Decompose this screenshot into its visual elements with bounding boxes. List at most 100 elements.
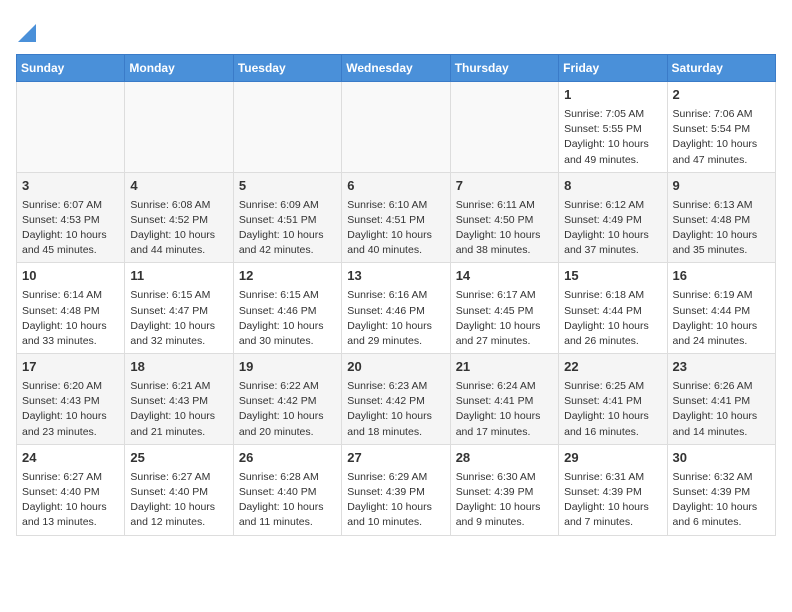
day-info: Sunrise: 6:25 AM Sunset: 4:41 PM Dayligh… <box>564 379 661 440</box>
day-cell: 13 Sunrise: 6:16 AM Sunset: 4:46 PM Dayli… <box>342 263 450 354</box>
day-cell <box>233 82 341 173</box>
day-number: 4 <box>130 177 227 196</box>
day-number: 27 <box>347 449 444 468</box>
day-number: 26 <box>239 449 336 468</box>
day-info: Sunrise: 6:14 AM Sunset: 4:48 PM Dayligh… <box>22 288 119 349</box>
day-number: 14 <box>456 267 553 286</box>
weekday-header-wednesday: Wednesday <box>342 55 450 82</box>
day-info: Sunrise: 6:23 AM Sunset: 4:42 PM Dayligh… <box>347 379 444 440</box>
day-number: 30 <box>673 449 770 468</box>
day-info: Sunrise: 6:16 AM Sunset: 4:46 PM Dayligh… <box>347 288 444 349</box>
day-info: Sunrise: 6:26 AM Sunset: 4:41 PM Dayligh… <box>673 379 770 440</box>
day-cell: 6 Sunrise: 6:10 AM Sunset: 4:51 PM Daylig… <box>342 172 450 263</box>
day-number: 22 <box>564 358 661 377</box>
week-row-5: 24Sunrise: 6:27 AM Sunset: 4:40 PM Dayli… <box>17 444 776 535</box>
day-cell: 22 Sunrise: 6:25 AM Sunset: 4:41 PM Dayli… <box>559 354 667 445</box>
day-cell <box>342 82 450 173</box>
day-number: 9 <box>673 177 770 196</box>
day-number: 3 <box>22 177 119 196</box>
day-cell: 11 Sunrise: 6:15 AM Sunset: 4:47 PM Dayli… <box>125 263 233 354</box>
day-number: 18 <box>130 358 227 377</box>
weekday-header-thursday: Thursday <box>450 55 558 82</box>
day-info: Sunrise: 6:32 AM Sunset: 4:39 PM Dayligh… <box>673 470 770 531</box>
day-number: 23 <box>673 358 770 377</box>
day-number: 8 <box>564 177 661 196</box>
day-info: Sunrise: 6:18 AM Sunset: 4:44 PM Dayligh… <box>564 288 661 349</box>
day-info: Sunrise: 6:07 AM Sunset: 4:53 PM Dayligh… <box>22 198 119 259</box>
day-info: Sunrise: 6:28 AM Sunset: 4:40 PM Dayligh… <box>239 470 336 531</box>
day-cell: 26 Sunrise: 6:28 AM Sunset: 4:40 PM Dayli… <box>233 444 341 535</box>
day-cell: 3 Sunrise: 6:07 AM Sunset: 4:53 PM Daylig… <box>17 172 125 263</box>
day-cell: 30 Sunrise: 6:32 AM Sunset: 4:39 PM Dayli… <box>667 444 775 535</box>
day-cell: 1 Sunrise: 7:05 AM Sunset: 5:55 PM Daylig… <box>559 82 667 173</box>
day-cell: 20Sunrise: 6:23 AM Sunset: 4:42 PM Dayli… <box>342 354 450 445</box>
day-info: Sunrise: 6:27 AM Sunset: 4:40 PM Dayligh… <box>22 470 119 531</box>
day-cell: 28 Sunrise: 6:30 AM Sunset: 4:39 PM Dayli… <box>450 444 558 535</box>
day-info: Sunrise: 7:06 AM Sunset: 5:54 PM Dayligh… <box>673 107 770 168</box>
weekday-header-saturday: Saturday <box>667 55 775 82</box>
calendar-body: 1 Sunrise: 7:05 AM Sunset: 5:55 PM Daylig… <box>17 82 776 536</box>
day-info: Sunrise: 6:21 AM Sunset: 4:43 PM Dayligh… <box>130 379 227 440</box>
day-cell: 21Sunrise: 6:24 AM Sunset: 4:41 PM Dayli… <box>450 354 558 445</box>
day-cell: 8 Sunrise: 6:12 AM Sunset: 4:49 PM Daylig… <box>559 172 667 263</box>
day-info: Sunrise: 6:09 AM Sunset: 4:51 PM Dayligh… <box>239 198 336 259</box>
day-info: Sunrise: 6:24 AM Sunset: 4:41 PM Dayligh… <box>456 379 553 440</box>
day-number: 2 <box>673 86 770 105</box>
day-info: Sunrise: 6:15 AM Sunset: 4:47 PM Dayligh… <box>130 288 227 349</box>
day-info: Sunrise: 6:10 AM Sunset: 4:51 PM Dayligh… <box>347 198 444 259</box>
day-info: Sunrise: 6:12 AM Sunset: 4:49 PM Dayligh… <box>564 198 661 259</box>
day-cell <box>450 82 558 173</box>
weekday-header-monday: Monday <box>125 55 233 82</box>
day-number: 12 <box>239 267 336 286</box>
day-number: 28 <box>456 449 553 468</box>
day-info: Sunrise: 7:05 AM Sunset: 5:55 PM Dayligh… <box>564 107 661 168</box>
day-cell: 7Sunrise: 6:11 AM Sunset: 4:50 PM Daylig… <box>450 172 558 263</box>
logo-triangle-icon <box>18 20 36 42</box>
day-cell: 10 Sunrise: 6:14 AM Sunset: 4:48 PM Dayli… <box>17 263 125 354</box>
day-cell: 27Sunrise: 6:29 AM Sunset: 4:39 PM Dayli… <box>342 444 450 535</box>
day-number: 5 <box>239 177 336 196</box>
day-info: Sunrise: 6:19 AM Sunset: 4:44 PM Dayligh… <box>673 288 770 349</box>
day-cell: 24Sunrise: 6:27 AM Sunset: 4:40 PM Dayli… <box>17 444 125 535</box>
day-number: 19 <box>239 358 336 377</box>
day-info: Sunrise: 6:13 AM Sunset: 4:48 PM Dayligh… <box>673 198 770 259</box>
day-number: 29 <box>564 449 661 468</box>
day-cell: 15 Sunrise: 6:18 AM Sunset: 4:44 PM Dayli… <box>559 263 667 354</box>
day-info: Sunrise: 6:27 AM Sunset: 4:40 PM Dayligh… <box>130 470 227 531</box>
weekday-header-row: SundayMondayTuesdayWednesdayThursdayFrid… <box>17 55 776 82</box>
day-info: Sunrise: 6:30 AM Sunset: 4:39 PM Dayligh… <box>456 470 553 531</box>
day-info: Sunrise: 6:31 AM Sunset: 4:39 PM Dayligh… <box>564 470 661 531</box>
day-cell: 14Sunrise: 6:17 AM Sunset: 4:45 PM Dayli… <box>450 263 558 354</box>
day-cell: 12 Sunrise: 6:15 AM Sunset: 4:46 PM Dayli… <box>233 263 341 354</box>
day-cell: 9 Sunrise: 6:13 AM Sunset: 4:48 PM Daylig… <box>667 172 775 263</box>
day-number: 1 <box>564 86 661 105</box>
day-cell <box>125 82 233 173</box>
day-cell <box>17 82 125 173</box>
day-cell: 17Sunrise: 6:20 AM Sunset: 4:43 PM Dayli… <box>17 354 125 445</box>
day-cell: 29 Sunrise: 6:31 AM Sunset: 4:39 PM Dayli… <box>559 444 667 535</box>
day-cell: 2 Sunrise: 7:06 AM Sunset: 5:54 PM Daylig… <box>667 82 775 173</box>
day-info: Sunrise: 6:08 AM Sunset: 4:52 PM Dayligh… <box>130 198 227 259</box>
day-info: Sunrise: 6:22 AM Sunset: 4:42 PM Dayligh… <box>239 379 336 440</box>
weekday-header-sunday: Sunday <box>17 55 125 82</box>
week-row-3: 10 Sunrise: 6:14 AM Sunset: 4:48 PM Dayli… <box>17 263 776 354</box>
day-number: 10 <box>22 267 119 286</box>
weekday-header-friday: Friday <box>559 55 667 82</box>
day-cell: 18 Sunrise: 6:21 AM Sunset: 4:43 PM Dayli… <box>125 354 233 445</box>
day-cell: 19 Sunrise: 6:22 AM Sunset: 4:42 PM Dayli… <box>233 354 341 445</box>
day-number: 6 <box>347 177 444 196</box>
day-info: Sunrise: 6:15 AM Sunset: 4:46 PM Dayligh… <box>239 288 336 349</box>
day-number: 16 <box>673 267 770 286</box>
week-row-2: 3 Sunrise: 6:07 AM Sunset: 4:53 PM Daylig… <box>17 172 776 263</box>
week-row-1: 1 Sunrise: 7:05 AM Sunset: 5:55 PM Daylig… <box>17 82 776 173</box>
day-cell: 16 Sunrise: 6:19 AM Sunset: 4:44 PM Dayli… <box>667 263 775 354</box>
calendar-table: SundayMondayTuesdayWednesdayThursdayFrid… <box>16 54 776 536</box>
day-cell: 4 Sunrise: 6:08 AM Sunset: 4:52 PM Daylig… <box>125 172 233 263</box>
day-number: 11 <box>130 267 227 286</box>
day-info: Sunrise: 6:20 AM Sunset: 4:43 PM Dayligh… <box>22 379 119 440</box>
calendar-header: SundayMondayTuesdayWednesdayThursdayFrid… <box>17 55 776 82</box>
weekday-header-tuesday: Tuesday <box>233 55 341 82</box>
day-number: 15 <box>564 267 661 286</box>
day-cell: 23 Sunrise: 6:26 AM Sunset: 4:41 PM Dayli… <box>667 354 775 445</box>
day-number: 13 <box>347 267 444 286</box>
